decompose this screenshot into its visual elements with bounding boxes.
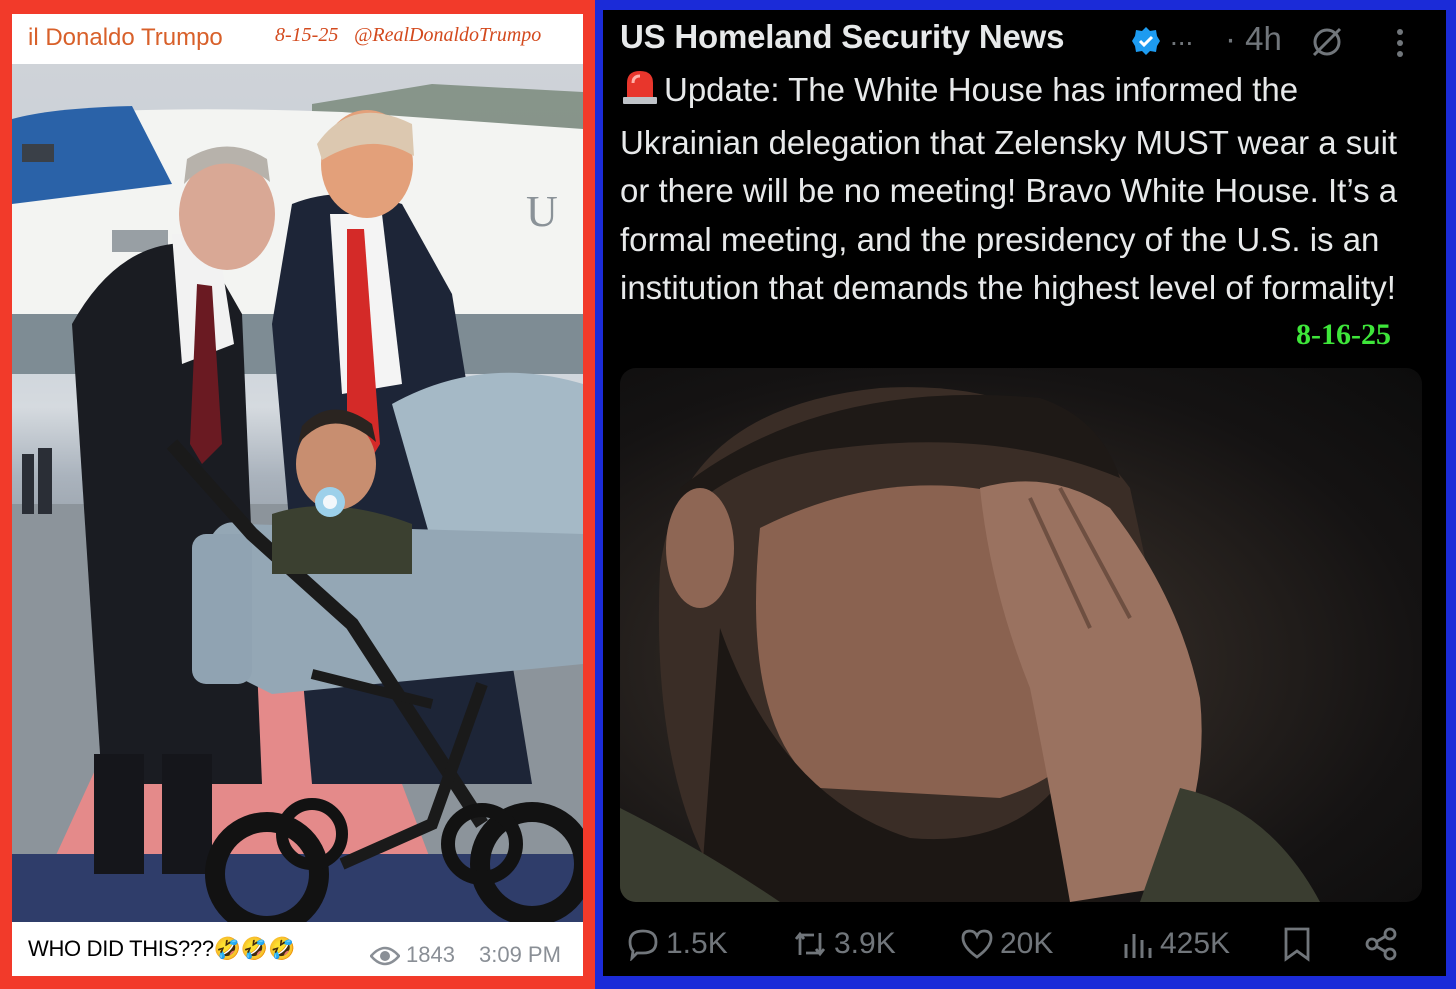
share-button[interactable] — [1364, 924, 1398, 964]
caption-emojis: 🤣🤣🤣 — [213, 936, 296, 961]
post-time: 3:09 PM — [479, 942, 561, 967]
post-header: il Donaldo Trumpo 8-15-25 @RealDonaldoTr… — [12, 14, 583, 64]
views-button[interactable]: 425K — [1122, 924, 1230, 964]
overlay-date: 8-16-25 — [1296, 318, 1391, 351]
caption-text: WHO DID THIS??? — [28, 936, 214, 961]
like-button[interactable]: 20K — [960, 924, 1053, 964]
grok-icon[interactable] — [1309, 24, 1345, 64]
repost-button[interactable]: 3.9K — [792, 924, 896, 964]
views-icon — [1124, 934, 1152, 958]
share-icon — [1365, 927, 1397, 961]
meme-image[interactable]: U — [12, 64, 583, 922]
action-bar: 1.5K 3.9K 20K 425K — [620, 924, 1430, 964]
reply-button[interactable]: 1.5K — [626, 924, 728, 964]
more-icon[interactable] — [1396, 28, 1404, 62]
eye-icon — [369, 946, 401, 970]
reply-count: 1.5K — [666, 927, 728, 960]
bookmark-icon — [1284, 927, 1310, 962]
meme-illustration: U — [12, 84, 583, 922]
post-date: 8-15-25 — [275, 24, 339, 46]
account-name[interactable]: US Homeland Security News — [620, 18, 1065, 56]
repost-icon — [794, 931, 826, 957]
bookmark-button[interactable] — [1282, 924, 1312, 964]
left-panel-frame: il Donaldo Trumpo 8-15-25 @RealDonaldoTr… — [0, 0, 595, 989]
plane-letters: U — [526, 187, 558, 236]
like-count: 20K — [1000, 927, 1054, 960]
telegram-post: il Donaldo Trumpo 8-15-25 @RealDonaldoTr… — [12, 14, 583, 976]
right-panel-frame: US Homeland Security News ... · 4h Updat… — [595, 0, 1456, 989]
name-truncation: ... — [1170, 20, 1194, 51]
reply-icon — [628, 929, 658, 961]
channel-name[interactable]: il Donaldo Trumpo — [28, 24, 223, 52]
tweet-body: Update: The White House has informed the… — [620, 71, 1398, 306]
post-handle: @RealDonaldoTrumpo — [354, 24, 542, 46]
post-age[interactable]: · 4h — [1225, 20, 1282, 58]
repost-count: 3.9K — [834, 927, 896, 960]
verified-icon — [1131, 26, 1161, 60]
tweet-photo[interactable] — [620, 368, 1422, 902]
like-icon — [961, 929, 993, 959]
tweet-card: US Homeland Security News ... · 4h Updat… — [603, 10, 1446, 976]
siren-icon — [620, 67, 660, 119]
post-footer: WHO DID THIS???🤣🤣🤣 1843 3:09 PM — [12, 922, 583, 976]
views-count-tweet: 425K — [1160, 927, 1231, 960]
views-count: 1843 — [406, 942, 455, 967]
caption: WHO DID THIS???🤣🤣🤣 — [28, 936, 295, 962]
photo-illustration — [620, 387, 1320, 902]
tweet-text: Update: The White House has informed the… — [620, 66, 1430, 313]
